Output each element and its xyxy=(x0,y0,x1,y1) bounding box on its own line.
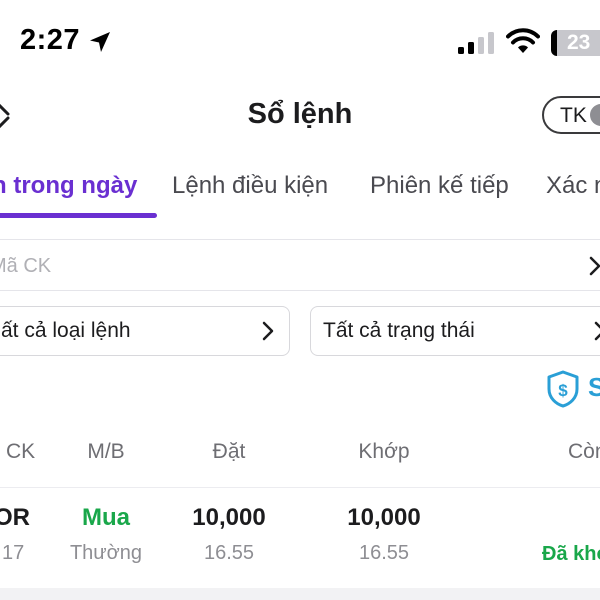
status-filter-label: Tất cả trạng thái xyxy=(323,319,475,342)
order-type-filter[interactable]: ất cả loại lệnh xyxy=(0,306,290,356)
order-symbol: OR xyxy=(0,504,30,531)
location-arrow-icon xyxy=(90,32,110,52)
status-time: 2:27 xyxy=(20,24,81,56)
account-avatar-icon xyxy=(590,104,600,126)
col-header-remaining: Còn xyxy=(568,440,600,463)
table-header-divider xyxy=(0,487,600,488)
col-header-placed: Đặt xyxy=(212,440,246,463)
tab-next-session[interactable]: Phiên kế tiếp xyxy=(370,172,509,200)
shield-label[interactable]: S xyxy=(588,372,600,403)
chevron-right-icon xyxy=(589,256,600,276)
status-filter[interactable]: Tất cả trạng thái xyxy=(310,306,600,356)
placed-quantity: 10,000 xyxy=(192,504,266,531)
app-screen: 2:27 23 Sổ lệnh TK h trong ngày Lệnh điề… xyxy=(0,0,600,600)
order-status-badge: Đã khớ xyxy=(542,543,600,565)
order-kind: Thường xyxy=(69,542,143,564)
matched-quantity: 10,000 xyxy=(347,504,421,531)
matched-price: 16.55 xyxy=(358,542,410,564)
col-header-symbol: CK xyxy=(6,440,36,463)
col-header-matched: Khớp xyxy=(358,440,410,463)
battery-level: 23 xyxy=(567,31,591,54)
order-side: Mua xyxy=(82,504,130,531)
tab-conditional-orders[interactable]: Lệnh điều kiện xyxy=(172,172,328,200)
order-time: 17 xyxy=(2,542,25,564)
cellular-signal-icon xyxy=(458,32,494,54)
page-title: Sổ lệnh xyxy=(247,98,353,130)
chevron-right-icon xyxy=(262,321,274,341)
col-header-side: M/B xyxy=(87,440,125,463)
search-divider xyxy=(0,290,600,291)
battery-body: 23 xyxy=(557,30,600,56)
chevron-right-icon xyxy=(594,321,600,341)
tab-confirm[interactable]: Xác n xyxy=(546,172,600,200)
svg-text:$: $ xyxy=(558,381,568,400)
battery-icon: 23 xyxy=(551,30,600,56)
active-tab-indicator xyxy=(0,213,157,218)
account-selector-button[interactable]: TK xyxy=(542,96,600,134)
tabs-divider xyxy=(0,239,600,240)
order-type-filter-label: ất cả loại lệnh xyxy=(1,319,131,342)
shield-dollar-icon[interactable]: $ xyxy=(546,370,580,408)
symbol-search-input[interactable] xyxy=(0,251,600,281)
wifi-icon xyxy=(506,28,540,53)
row-separator-band xyxy=(0,588,600,600)
tab-daily-orders[interactable]: h trong ngày xyxy=(0,172,137,200)
placed-price: 16.55 xyxy=(203,542,255,564)
account-label: TK xyxy=(560,104,587,127)
